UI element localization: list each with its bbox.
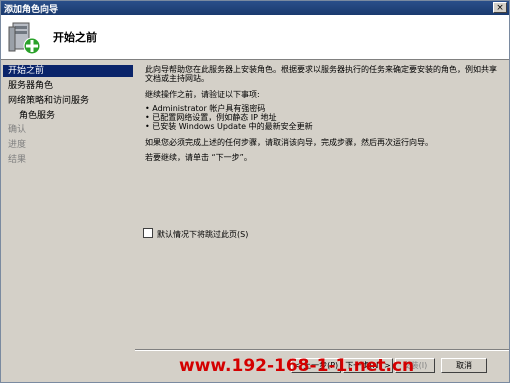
button-separator: [135, 349, 509, 351]
cancel-note: 如果您必须完成上述的任何步骤，请取消该向导，完成步骤，然后再次运行向导。: [145, 138, 433, 147]
step-before-you-begin[interactable]: 开始之前: [3, 65, 133, 77]
site-watermark: www.192-168-1-1.net.cn: [179, 356, 415, 376]
page-title: 开始之前: [53, 31, 97, 44]
close-button[interactable]: ×: [493, 2, 507, 13]
title-bar[interactable]: 添加角色向导 ×: [1, 1, 509, 15]
intro-text-line-1: 此向导帮助您在此服务器上安装角色。根据要求以服务器执行的任务来确定要安装的角色，…: [145, 65, 497, 74]
wizard-content: 此向导帮助您在此服务器上安装角色。根据要求以服务器执行的任务来确定要安装的角色，…: [135, 60, 509, 350]
bullet-network-settings: • 已配置网络设置，例如静态 IP 地址: [145, 113, 277, 122]
server-add-role-icon: [8, 22, 41, 55]
checkbox-box[interactable]: [143, 228, 153, 238]
step-confirmation: 确认: [8, 125, 27, 135]
intro-text-line-2: 文档或主持网站。: [145, 74, 209, 83]
cancel-button[interactable]: 取消: [441, 358, 487, 373]
wizard-step-list: 开始之前 服务器角色 网络策略和访问服务 角色服务 确认 进度 结果: [1, 60, 135, 382]
step-results: 结果: [8, 155, 27, 165]
wizard-header: 开始之前: [1, 15, 509, 60]
add-roles-wizard-window: 添加角色向导 × 开始之前 开始之前 服务器角色 网络策略和访问服务 角色服务 …: [0, 0, 510, 383]
step-role-services[interactable]: 角色服务: [3, 110, 133, 122]
bullet-windows-update: • 已安装 Windows Update 中的最新安全更新: [145, 122, 313, 131]
verify-heading: 继续操作之前，请验证以下事项:: [145, 90, 260, 99]
skip-page-checkbox[interactable]: 默认情况下将跳过此页(S): [143, 228, 248, 240]
step-progress: 进度: [8, 140, 27, 150]
window-title: 添加角色向导: [4, 5, 59, 15]
bullet-strong-password: • Administrator 帐户具有强密码: [145, 104, 266, 113]
step-server-roles[interactable]: 服务器角色: [3, 80, 133, 92]
continue-note: 若要继续，请单击 “下一步”。: [145, 153, 252, 162]
skip-page-checkbox-label: 默认情况下将跳过此页(S): [157, 230, 249, 239]
step-network-policy-access-services[interactable]: 网络策略和访问服务: [3, 95, 133, 107]
